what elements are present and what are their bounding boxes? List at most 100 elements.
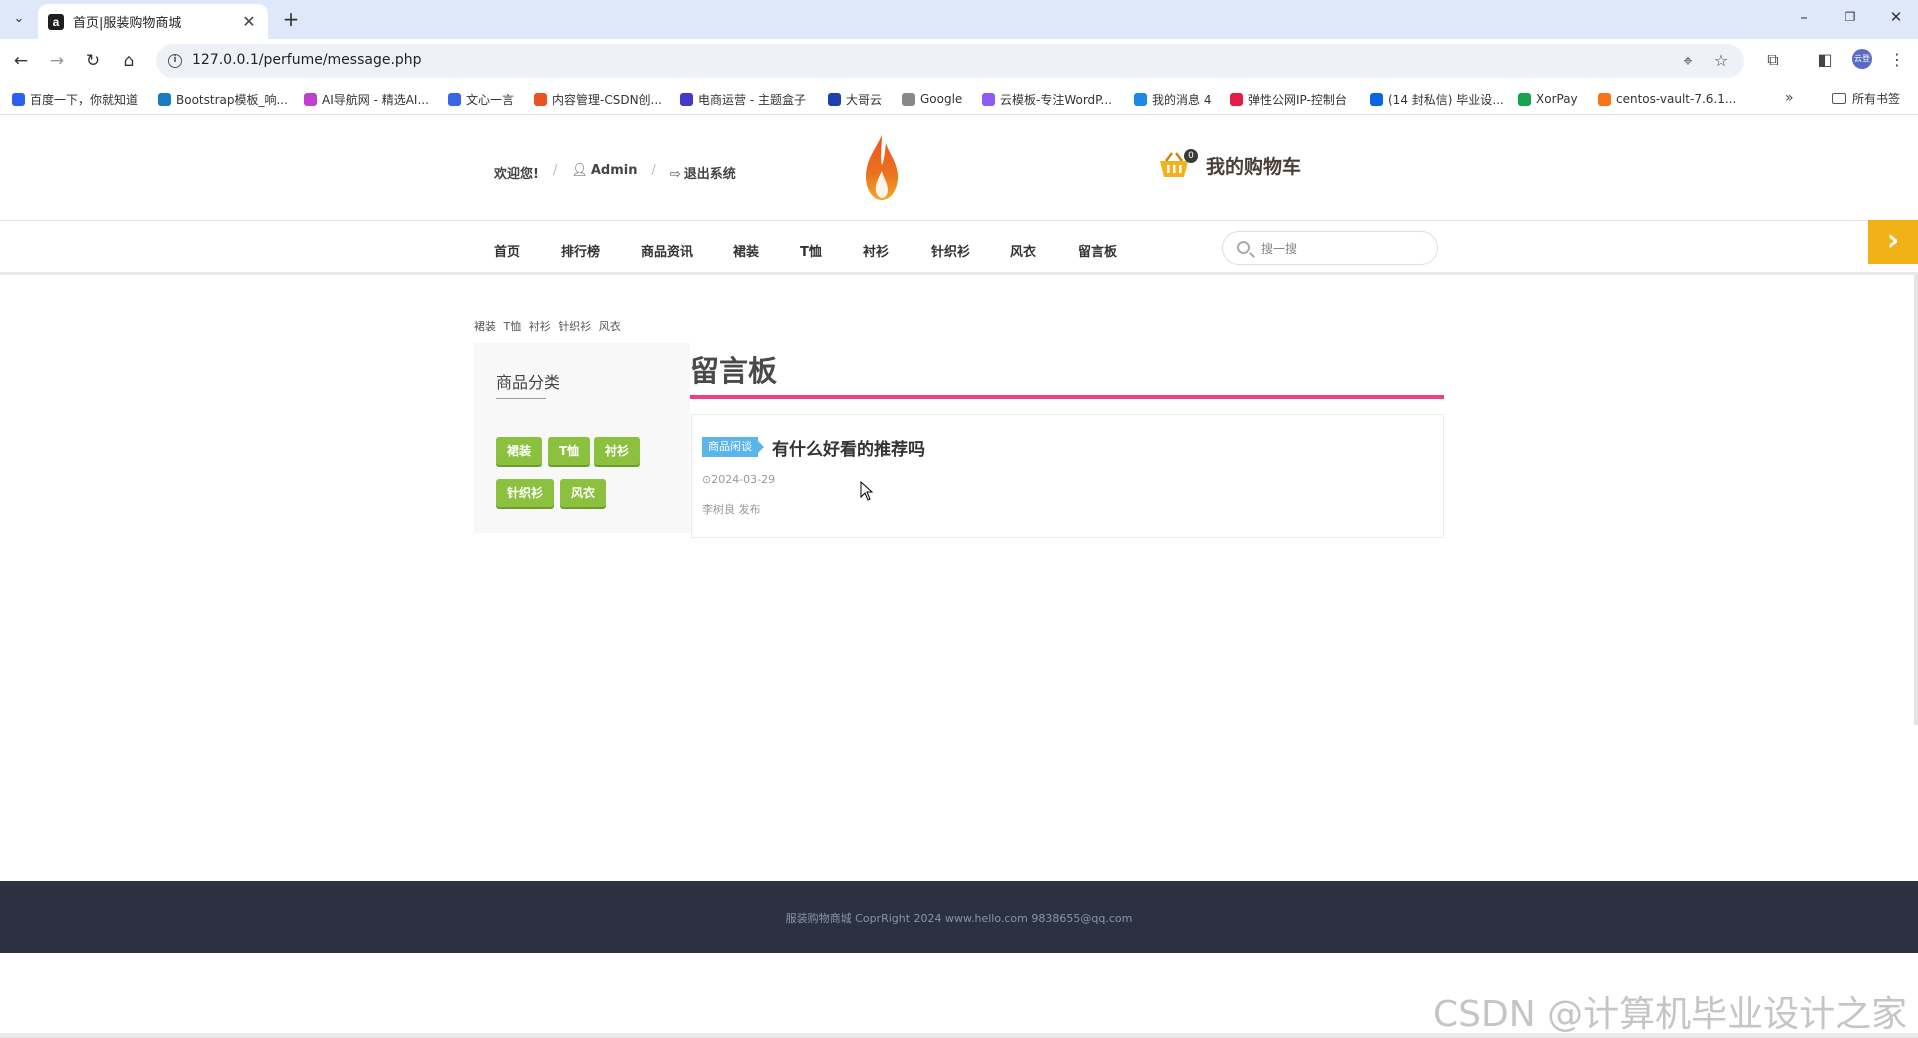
divider [496,398,546,399]
user-link[interactable]: 👤︎ Admin [571,163,637,182]
browser-tab-bar: ⌄ a 首页|服装购物商城 ✕ + – ❐ ✕ [0,0,1918,39]
bookmark-item[interactable]: centos-vault-7.6.1... [1598,90,1736,108]
bookmark-item[interactable]: 百度一下，你就知道 [12,90,138,108]
nav-item-tshirts[interactable]: T恤 [800,241,822,260]
category-tag[interactable]: 衬衫 [594,437,641,465]
bookmark-favicon-icon [158,92,171,106]
window-restore-icon[interactable]: ❐ [1840,10,1860,24]
category-link[interactable]: 裙装 [474,320,496,333]
bookmark-label: Google [920,92,963,106]
category-tag[interactable]: 裙装 [496,437,543,465]
logout-link[interactable]: ⇨ 退出系统 [670,163,736,182]
post-category-badge: 商品闲谈 [702,437,764,457]
tab-list-chevron-icon[interactable]: ⌄ [8,8,30,30]
forward-arrow-icon[interactable]: → [46,50,68,72]
bookmark-favicon-icon [680,92,693,106]
browser-tab[interactable]: a 首页|服装购物商城 ✕ [38,4,268,39]
separator: / [651,163,656,178]
bookmark-favicon-icon [1230,92,1243,106]
bookmark-item[interactable]: 云模板-专注WordP... [982,90,1112,108]
window-minimize-icon[interactable]: – [1794,8,1814,26]
welcome-text: 欢迎您! [494,167,539,182]
tab-title: 首页|服装购物商城 [73,16,182,31]
browser-menu-icon[interactable]: ⋮ [1886,50,1908,69]
bookmark-item[interactable]: 文心一言 [448,90,514,108]
bookmark-label: AI导航网 - 精选AI... [322,92,429,107]
bookmark-label: centos-vault-7.6.1... [1616,92,1737,106]
side-panel-icon[interactable]: ◧ [1814,50,1836,69]
category-tag[interactable]: T恤 [548,437,591,465]
watermark: CSDN @计算机毕业设计之家 [1433,994,1908,1035]
bookmark-favicon-icon [304,92,317,106]
site-favicon-icon: a [48,13,64,30]
bookmark-star-icon[interactable]: ☆ [1711,51,1731,70]
extensions-puzzle-icon[interactable]: ⧉ [1762,50,1784,70]
bookmark-favicon-icon [1598,92,1611,106]
window-close-icon[interactable]: ✕ [1886,8,1906,26]
post-date: ⊙2024-03-29 [702,473,775,486]
nav-item-home[interactable]: 首页 [494,241,520,260]
more-bookmarks-chevron-icon[interactable]: » [1785,90,1794,106]
scrollbar[interactable] [1914,275,1918,725]
bookmark-item[interactable]: AI导航网 - 精选AI... [304,90,429,108]
bookmark-item[interactable]: 弹性公网IP-控制台 [1230,90,1347,108]
user-icon: 👤︎ [571,163,588,178]
tab-close-icon[interactable]: ✕ [240,12,258,31]
bookmark-item[interactable]: XorPay [1518,90,1578,108]
flame-logo-icon[interactable] [862,133,902,203]
bookmark-item[interactable]: 我的消息 4 [1134,90,1211,108]
bookmark-item[interactable]: 内容管理-CSDN创... [534,90,662,108]
profile-avatar[interactable]: 云登 [1852,49,1872,69]
category-link[interactable]: 风衣 [599,320,621,333]
bookmark-label: (14 封私信) 毕业设... [1388,92,1504,107]
username: Admin [590,163,638,178]
post-author: 李树良 发布 [702,503,761,516]
bookmark-item[interactable]: 大哥云 [828,90,882,108]
post-title-link[interactable]: 有什么好看的推荐吗 [772,435,925,460]
bookmark-favicon-icon [828,92,841,106]
list-item[interactable]: 商品闲谈 有什么好看的推荐吗 ⊙2024-03-29 李树良 发布 [691,414,1444,538]
bookmark-label: 弹性公网IP-控制台 [1248,92,1347,107]
bookmark-favicon-icon [12,92,25,106]
bookmark-label: XorPay [1536,92,1578,106]
folder-icon [1832,93,1846,104]
nav-item-news[interactable]: 商品资讯 [641,241,693,260]
web-page: 欢迎您! / 👤︎ Admin / ⇨ 退出系统 0 我的购物车 首页 排行榜 … [0,115,1918,1038]
back-arrow-icon[interactable]: ← [10,50,32,72]
home-icon[interactable]: ⌂ [118,50,140,72]
mouse-cursor-icon [860,481,874,501]
shopping-cart-link[interactable]: 0 我的购物车 [1158,149,1301,181]
reload-icon[interactable]: ↻ [82,50,104,72]
bookmark-favicon-icon [982,92,995,106]
bookmark-item[interactable]: Bootstrap模板_响... [158,90,288,108]
category-tag[interactable]: 风衣 [560,479,607,507]
nav-item-shirts[interactable]: 衬衫 [863,241,889,260]
address-bar[interactable]: i 127.0.0.1/perfume/message.php ⌖ ☆ [156,44,1744,78]
bookmark-item[interactable]: (14 封私信) 毕业设... [1370,90,1504,108]
location-pin-icon[interactable]: ⌖ [1678,51,1698,71]
search-icon[interactable] [1237,241,1250,254]
page-title: 留言板 [690,354,778,388]
cart-count-badge: 0 [1184,149,1198,163]
bookmark-item[interactable]: Google [902,90,962,108]
nav-item-dresses[interactable]: 裙装 [733,241,759,260]
search-input[interactable] [1261,238,1421,260]
site-info-icon[interactable]: i [168,54,182,68]
category-link[interactable]: 衬衫 [529,320,551,333]
nav-item-ranking[interactable]: 排行榜 [561,241,600,260]
nav-item-trench-coats[interactable]: 风衣 [1010,241,1036,260]
category-links: 裙装 T恤 衬衫 针织衫 风衣 [474,318,625,334]
bookmark-favicon-icon [1370,92,1383,106]
bookmark-label: 文心一言 [466,92,515,107]
sidebar-title: 商品分类 [496,373,561,392]
chevron-right-icon[interactable]: › [1868,220,1918,264]
category-tag[interactable]: 针织衫 [496,479,555,507]
new-tab-plus-icon[interactable]: + [280,8,302,30]
nav-item-knitwear[interactable]: 针织衫 [931,241,970,260]
all-bookmarks-button[interactable]: 所有书签 [1832,90,1900,107]
category-link[interactable]: T恤 [504,320,522,333]
nav-item-message-board[interactable]: 留言板 [1078,241,1117,260]
category-link[interactable]: 针织衫 [558,320,591,333]
bookmark-item[interactable]: 电商运营 - 主题盒子 [680,90,806,108]
category-sidebar: 商品分类 裙装 T恤 衬衫 针织衫 风衣 [474,343,690,533]
